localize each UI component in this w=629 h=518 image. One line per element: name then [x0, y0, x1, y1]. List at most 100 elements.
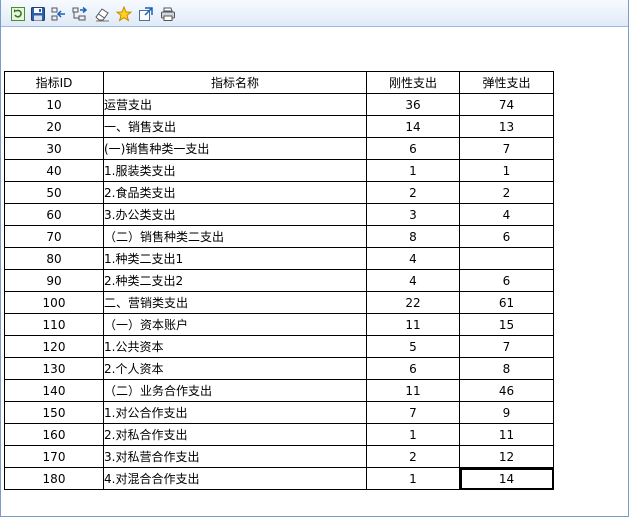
cell-id[interactable]: 50 [4, 181, 104, 204]
cell-rigid[interactable]: 11 [366, 379, 460, 402]
print-button[interactable] [159, 5, 176, 22]
grid-body: 10 运营支出 36 74 20 一、销售支出 14 13 30 (一)销售种类一支出 6 7 40 1.… [4, 93, 554, 490]
column-header-name[interactable]: 指标名称 [103, 71, 367, 94]
cell-id[interactable]: 90 [4, 269, 104, 292]
cell-id[interactable]: 170 [4, 445, 104, 468]
data-grid-container: 指标ID 指标名称 刚性支出 弹性支出 10 运营支出 36 74 20 一、销售支出 14… [4, 71, 554, 490]
cell-elastic[interactable] [459, 247, 554, 270]
toolbar [1, 0, 628, 27]
cell-rigid[interactable]: 8 [366, 225, 460, 248]
cell-id[interactable]: 160 [4, 423, 104, 446]
cell-rigid[interactable]: 7 [366, 401, 460, 424]
table-row: 150 1.对公合作支出 7 9 [4, 401, 554, 424]
cell-name[interactable]: 一、销售支出 [103, 115, 367, 138]
cell-rigid[interactable]: 36 [366, 93, 460, 116]
cell-elastic[interactable]: 9 [459, 401, 554, 424]
insert-row-button[interactable] [50, 5, 67, 22]
cell-elastic[interactable]: 61 [459, 291, 554, 314]
insert-child-button[interactable] [71, 5, 88, 22]
cell-rigid[interactable]: 4 [366, 269, 460, 292]
column-header-id[interactable]: 指标ID [4, 71, 104, 94]
cell-name[interactable]: 1.对公合作支出 [103, 401, 367, 424]
cell-id[interactable]: 20 [4, 115, 104, 138]
refresh-button[interactable] [9, 5, 26, 22]
cell-id[interactable]: 100 [4, 291, 104, 314]
cell-elastic[interactable]: 46 [459, 379, 554, 402]
column-header-elastic[interactable]: 弹性支出 [459, 71, 554, 94]
cell-name[interactable]: (一)销售种类一支出 [103, 137, 367, 160]
cell-rigid[interactable]: 6 [366, 137, 460, 160]
eraser-button[interactable] [93, 5, 110, 22]
cell-id[interactable]: 130 [4, 357, 104, 380]
cell-rigid[interactable]: 3 [366, 203, 460, 226]
cell-name[interactable]: 二、营销类支出 [103, 291, 367, 314]
cell-id[interactable]: 110 [4, 313, 104, 336]
cell-name[interactable]: 2.对私合作支出 [103, 423, 367, 446]
cell-name[interactable]: 3.对私营合作支出 [103, 445, 367, 468]
cell-elastic[interactable]: 2 [459, 181, 554, 204]
cell-elastic[interactable]: 4 [459, 203, 554, 226]
cell-elastic[interactable]: 15 [459, 313, 554, 336]
cell-id[interactable]: 10 [4, 93, 104, 116]
cell-rigid[interactable]: 1 [366, 159, 460, 182]
cell-name[interactable]: 1.服装类支出 [103, 159, 367, 182]
table-row: 180 4.对混合合作支出 1 14 [4, 467, 554, 490]
cell-elastic[interactable]: 8 [459, 357, 554, 380]
cell-elastic[interactable]: 7 [459, 137, 554, 160]
cell-id[interactable]: 150 [4, 401, 104, 424]
table-row: 70 （二）销售种类二支出 8 6 [4, 225, 554, 248]
cell-elastic[interactable]: 13 [459, 115, 554, 138]
star-icon [115, 5, 132, 22]
table-row: 80 1.种类二支出1 4 [4, 247, 554, 270]
cell-id[interactable]: 40 [4, 159, 104, 182]
cell-rigid[interactable]: 1 [366, 467, 460, 490]
cell-rigid[interactable]: 5 [366, 335, 460, 358]
cell-id[interactable]: 80 [4, 247, 104, 270]
cell-id[interactable]: 60 [4, 203, 104, 226]
cell-rigid[interactable]: 6 [366, 357, 460, 380]
cell-rigid[interactable]: 14 [366, 115, 460, 138]
cell-rigid[interactable]: 4 [366, 247, 460, 270]
cell-name[interactable]: （二）业务合作支出 [103, 379, 367, 402]
cell-elastic[interactable]: 74 [459, 93, 554, 116]
cell-elastic[interactable]: 6 [459, 269, 554, 292]
cell-rigid[interactable]: 2 [366, 181, 460, 204]
cell-name[interactable]: 2.种类二支出2 [103, 269, 367, 292]
cell-elastic[interactable]: 6 [459, 225, 554, 248]
cell-elastic[interactable]: 7 [459, 335, 554, 358]
cell-rigid[interactable]: 1 [366, 423, 460, 446]
table-row: 60 3.办公类支出 3 4 [4, 203, 554, 226]
cell-id[interactable]: 70 [4, 225, 104, 248]
table-row: 140 （二）业务合作支出 11 46 [4, 379, 554, 402]
save-button[interactable] [29, 5, 46, 22]
favorite-button[interactable] [115, 5, 132, 22]
cell-elastic[interactable]: 12 [459, 445, 554, 468]
cell-elastic-selected[interactable]: 14 [459, 467, 554, 490]
cell-name[interactable]: 4.对混合合作支出 [103, 467, 367, 490]
cell-id[interactable]: 30 [4, 137, 104, 160]
cell-rigid[interactable]: 2 [366, 445, 460, 468]
cell-name[interactable]: 2.食品类支出 [103, 181, 367, 204]
cell-elastic[interactable]: 1 [459, 159, 554, 182]
table-row: 90 2.种类二支出2 4 6 [4, 269, 554, 292]
cell-id[interactable]: 140 [4, 379, 104, 402]
column-header-rigid[interactable]: 刚性支出 [366, 71, 460, 94]
table-row: 160 2.对私合作支出 1 11 [4, 423, 554, 446]
cell-name[interactable]: （二）销售种类二支出 [103, 225, 367, 248]
export-button[interactable] [137, 5, 154, 22]
cell-id[interactable]: 180 [4, 467, 104, 490]
cell-name[interactable]: 1.种类二支出1 [103, 247, 367, 270]
cell-rigid[interactable]: 22 [366, 291, 460, 314]
cell-name[interactable]: 3.办公类支出 [103, 203, 367, 226]
cell-elastic[interactable]: 11 [459, 423, 554, 446]
table-row: 40 1.服装类支出 1 1 [4, 159, 554, 182]
cell-name[interactable]: 1.公共资本 [103, 335, 367, 358]
cell-id[interactable]: 120 [4, 335, 104, 358]
cell-name[interactable]: （一）资本账户 [103, 313, 367, 336]
table-row: 100 二、营销类支出 22 61 [4, 291, 554, 314]
cell-rigid[interactable]: 11 [366, 313, 460, 336]
cell-name[interactable]: 运营支出 [103, 93, 367, 116]
table-row: 10 运营支出 36 74 [4, 93, 554, 116]
cell-name[interactable]: 2.个人资本 [103, 357, 367, 380]
app-window: 指标ID 指标名称 刚性支出 弹性支出 10 运营支出 36 74 20 一、销售支出 14… [0, 0, 629, 517]
